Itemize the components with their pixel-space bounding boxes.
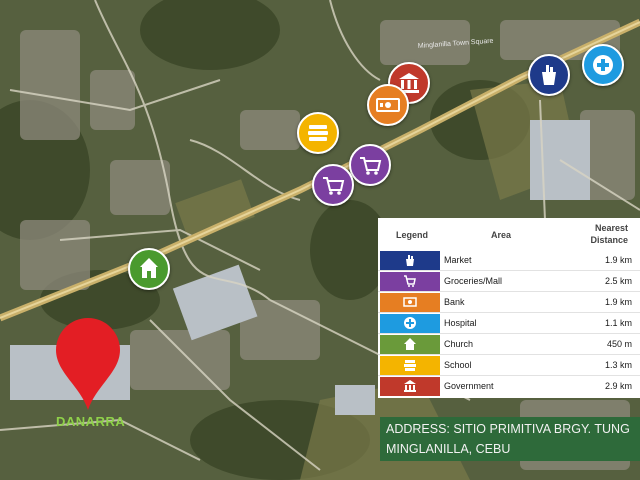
groceries-marker-2[interactable] bbox=[312, 164, 354, 206]
legend-row-government: Government 2.9 km bbox=[378, 376, 640, 397]
address-banner: ADDRESS: SITIO PRIMITIVA BRGY. TUNG MING… bbox=[380, 417, 640, 461]
legend-area-label: Church bbox=[444, 339, 474, 349]
legend-distance-value: 2.5 km bbox=[604, 276, 632, 286]
legend-swatch-market bbox=[380, 251, 440, 270]
money-bill-icon bbox=[376, 98, 400, 112]
legend-row-school: School 1.3 km bbox=[378, 355, 640, 376]
bank-building-icon bbox=[404, 380, 416, 392]
medical-cross-icon bbox=[593, 55, 613, 75]
grocery-bag-icon bbox=[406, 255, 414, 266]
market-marker[interactable] bbox=[528, 54, 570, 96]
legend-distance-value: 1.9 km bbox=[604, 255, 632, 265]
legend-table: Legend Area Nearest Distance Market 1.9 … bbox=[378, 218, 640, 398]
legend-area-label: Government bbox=[444, 381, 494, 391]
legend-area-label: Market bbox=[444, 255, 472, 265]
church-marker[interactable] bbox=[128, 248, 170, 290]
legend-swatch-hospital bbox=[380, 314, 440, 333]
hospital-marker[interactable] bbox=[582, 44, 624, 86]
medical-cross-icon bbox=[404, 317, 416, 329]
legend-distance-value: 450 m bbox=[606, 339, 632, 349]
legend-header: Legend Area Nearest Distance bbox=[378, 218, 640, 252]
groceries-marker-1[interactable] bbox=[349, 144, 391, 186]
legend-row-groceries: Groceries/Mall 2.5 km bbox=[378, 271, 640, 292]
legend-col-legend: Legend bbox=[396, 230, 429, 240]
school-marker[interactable] bbox=[297, 112, 339, 154]
legend-row-church: Church 450 m bbox=[378, 334, 640, 355]
church-icon bbox=[404, 338, 416, 350]
legend-col-distance-1: Nearest bbox=[594, 223, 628, 233]
legend-distance-value: 1.3 km bbox=[604, 360, 632, 370]
legend-col-distance-2: Distance bbox=[590, 235, 628, 245]
legend-swatch-government bbox=[380, 377, 440, 396]
books-stack-icon bbox=[404, 360, 416, 371]
books-stack-icon bbox=[308, 125, 328, 141]
legend-swatch-bank bbox=[380, 293, 440, 312]
legend-distance-value: 2.9 km bbox=[604, 381, 632, 391]
legend-row-hospital: Hospital 1.1 km bbox=[378, 313, 640, 334]
legend-row-market: Market 1.9 km bbox=[378, 250, 640, 271]
legend-swatch-church bbox=[380, 335, 440, 354]
location-pin-icon[interactable] bbox=[52, 316, 124, 412]
shopping-cart-icon bbox=[404, 275, 416, 287]
money-bill-icon bbox=[403, 297, 417, 307]
legend-col-area: Area bbox=[491, 230, 512, 240]
legend-area-label: Hospital bbox=[444, 318, 477, 328]
address-line-1: ADDRESS: SITIO PRIMITIVA BRGY. TUNG bbox=[386, 422, 630, 436]
grocery-bag-icon bbox=[542, 65, 556, 85]
church-icon bbox=[140, 258, 158, 278]
legend-swatch-groceries bbox=[380, 272, 440, 291]
shopping-cart-icon bbox=[323, 177, 345, 195]
bank-marker[interactable] bbox=[367, 84, 409, 126]
legend-distance-value: 1.9 km bbox=[604, 297, 632, 307]
legend-area-label: School bbox=[444, 360, 472, 370]
address-line-2: MINGLANILLA, CEBU bbox=[386, 442, 511, 456]
legend-row-bank: Bank 1.9 km bbox=[378, 292, 640, 313]
legend-area-label: Groceries/Mall bbox=[444, 276, 503, 286]
legend-distance-value: 1.1 km bbox=[604, 318, 632, 328]
project-name-label: DANARRA bbox=[56, 414, 126, 429]
shopping-cart-icon bbox=[360, 157, 382, 175]
legend-area-label: Bank bbox=[444, 297, 465, 307]
legend-swatch-school bbox=[380, 356, 440, 375]
